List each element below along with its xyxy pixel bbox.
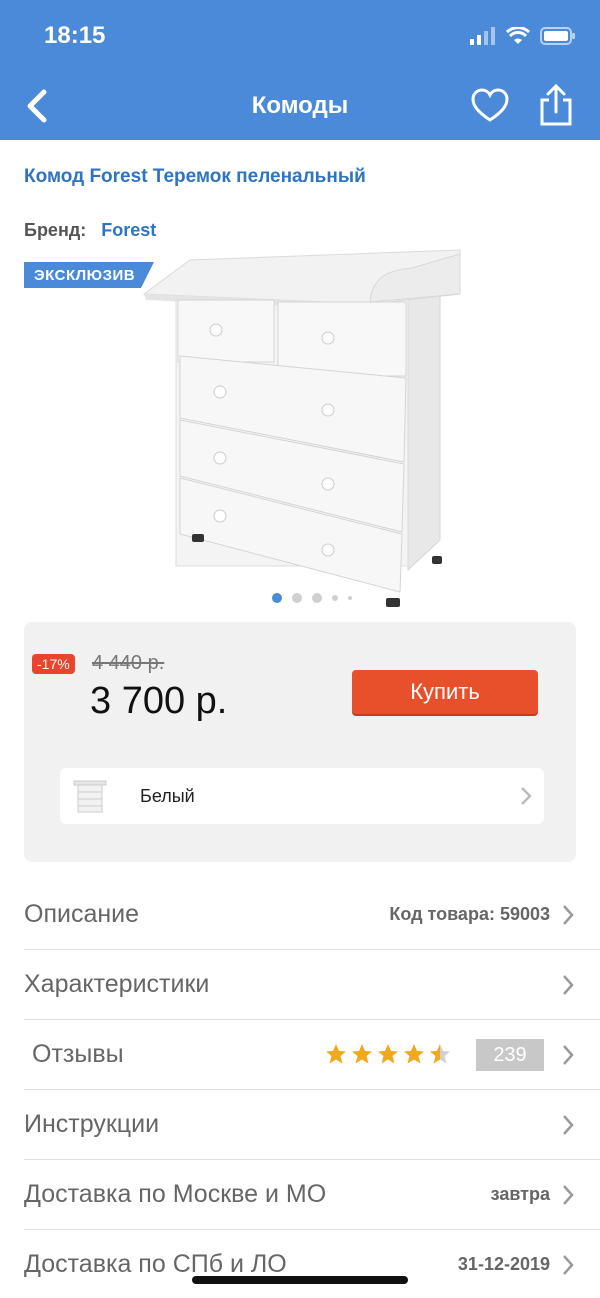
battery-icon <box>540 27 575 45</box>
menu-item-description[interactable]: Описание Код товара: 59003 <box>24 880 600 950</box>
old-price: 4 440 р. <box>92 652 165 674</box>
menu-item-label: Отзывы <box>32 1040 124 1068</box>
gallery-dot[interactable] <box>332 595 338 601</box>
heart-icon[interactable] <box>470 86 510 126</box>
star-icon <box>326 1044 346 1064</box>
gallery-dots[interactable] <box>272 593 352 603</box>
variant-label: Белый <box>140 786 195 806</box>
product-image[interactable] <box>140 240 470 620</box>
chevron-right-icon <box>563 1045 574 1065</box>
buy-button[interactable]: Купить <box>352 670 538 714</box>
menu-item-label: Инструкции <box>24 1110 160 1138</box>
star-icon <box>352 1044 372 1064</box>
star-icon <box>404 1044 424 1064</box>
variant-thumbnail <box>73 780 107 813</box>
menu-item-label: Описание <box>24 900 140 928</box>
status-icons <box>470 24 576 48</box>
rating-stars <box>324 1042 452 1066</box>
status-bar: 18:15 <box>0 0 600 72</box>
gallery-dot[interactable] <box>312 593 322 603</box>
product-code: Код товара: 59003 <box>389 904 550 924</box>
current-price: 3 700 р. <box>90 680 228 722</box>
delivery-date: завтра <box>490 1184 550 1204</box>
half-star-icon <box>430 1044 450 1064</box>
chevron-right-icon <box>521 787 532 805</box>
signal-icon <box>470 27 495 45</box>
chevron-right-icon <box>563 905 574 925</box>
exclusive-badge: ЭКСКЛЮЗИВ <box>24 262 154 288</box>
menu-item-specs[interactable]: Характеристики <box>24 950 600 1020</box>
review-count-badge: 239 <box>476 1039 544 1071</box>
product-title[interactable]: Комод Forest Теремок пеленальный <box>24 166 366 188</box>
delivery-date: 31-12-2019 <box>457 1254 550 1274</box>
gallery-dot-active[interactable] <box>272 593 282 603</box>
product-menu-list: Описание Код товара: 59003 Характеристик… <box>0 880 600 1298</box>
status-time: 18:15 <box>44 22 106 49</box>
menu-item-label: Доставка по СПб и ЛО <box>24 1250 287 1278</box>
gallery-dot[interactable] <box>348 596 352 600</box>
brand-link[interactable]: Forest <box>101 220 156 240</box>
menu-item-reviews[interactable]: Отзывы 239 <box>24 1020 600 1090</box>
star-icon <box>378 1044 398 1064</box>
chevron-right-icon <box>563 1255 574 1275</box>
page-title: Комоды <box>251 92 349 119</box>
gallery-dot[interactable] <box>292 593 302 603</box>
wifi-icon <box>506 27 530 44</box>
nav-bar: Комоды <box>0 72 600 140</box>
price-card: -17% 4 440 р. 3 700 р. Купить Белый <box>24 622 576 862</box>
brand-label: Бренд: <box>24 220 87 240</box>
color-variant-selector[interactable]: Белый <box>60 768 544 824</box>
brand-row: Бренд: Forest <box>24 220 156 241</box>
chevron-right-icon <box>563 975 574 995</box>
menu-item-label: Доставка по Москве и МО <box>24 1180 327 1208</box>
menu-item-instructions[interactable]: Инструкции <box>24 1090 600 1160</box>
chevron-right-icon <box>563 1185 574 1205</box>
menu-item-label: Характеристики <box>24 970 210 998</box>
share-icon[interactable] <box>536 82 576 128</box>
home-indicator[interactable] <box>192 1276 408 1284</box>
menu-item-delivery-moscow[interactable]: Доставка по Москве и МО завтра <box>24 1160 600 1230</box>
menu-item-delivery-spb[interactable]: Доставка по СПб и ЛО 31-12-2019 <box>24 1230 600 1298</box>
discount-badge: -17% <box>32 654 75 674</box>
chevron-right-icon <box>563 1115 574 1135</box>
